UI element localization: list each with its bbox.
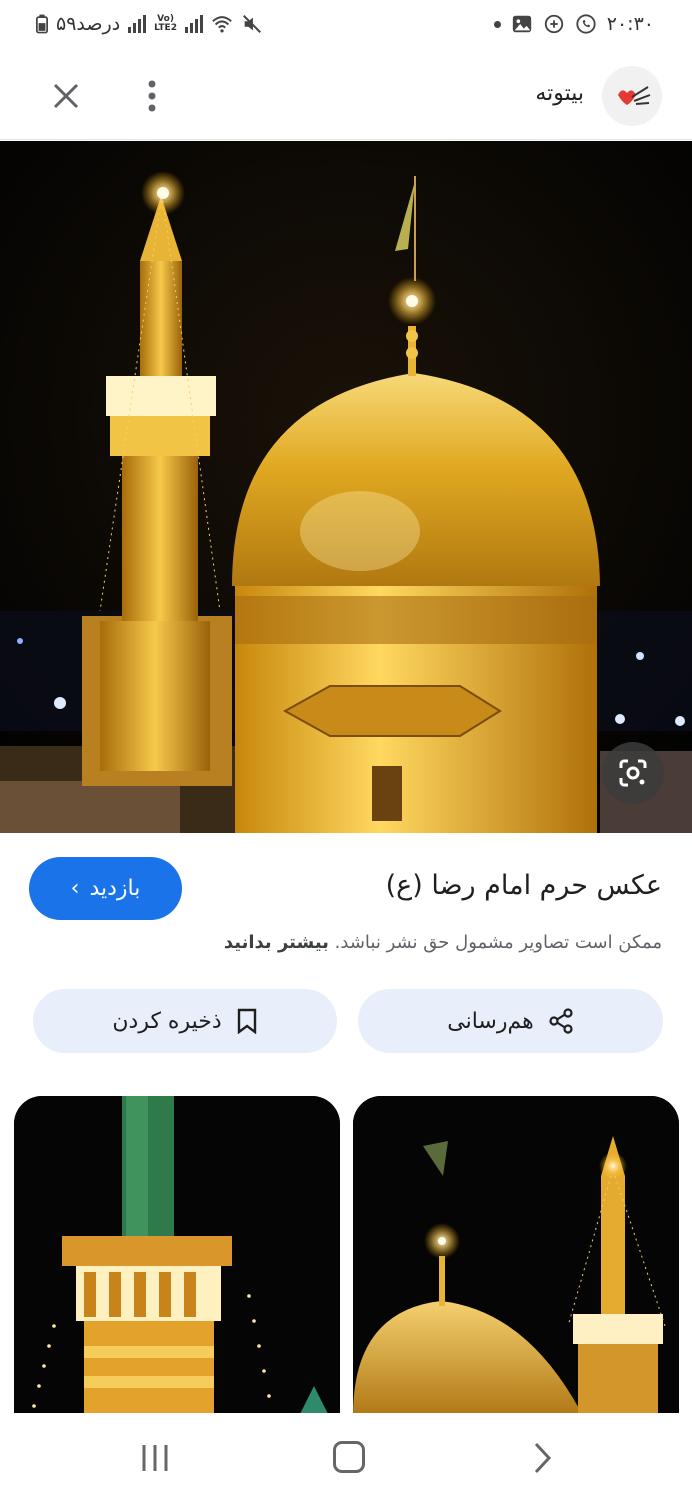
signal-icon (128, 15, 147, 33)
volte-indicator: Vo) LTE2 (154, 14, 177, 33)
related-image-2[interactable] (353, 1096, 679, 1416)
site-logo-icon (618, 86, 651, 105)
main-image[interactable] (0, 141, 692, 833)
site-logo[interactable] (602, 66, 662, 126)
close-button[interactable] (46, 76, 86, 116)
image-title: عکس حرم امام رضا (ع) (385, 870, 662, 901)
share-icon (549, 1008, 573, 1034)
status-bar: ۵۹درصد Vo) LTE2 ۲۰:۳۰ (0, 0, 692, 54)
more-vert-icon (148, 80, 156, 112)
recent-apps-icon[interactable] (138, 1443, 172, 1473)
chat-add-icon (544, 14, 563, 34)
shrine-photo (0, 141, 692, 833)
mute-icon (243, 15, 261, 33)
save-button[interactable]: ذخیره کردن (33, 989, 337, 1053)
system-nav-bar (0, 1413, 692, 1500)
related-image-1[interactable] (14, 1096, 340, 1416)
home-icon[interactable] (333, 1441, 365, 1473)
minaret-photo (14, 1096, 340, 1416)
google-lens-button[interactable] (602, 742, 664, 804)
bookmark-icon (237, 1008, 256, 1034)
battery-icon (36, 14, 48, 34)
lens-icon (619, 759, 647, 787)
whatsapp-icon (576, 14, 596, 34)
wifi-icon (212, 16, 232, 33)
top-app-bar: بیتوته (0, 54, 692, 140)
visit-label: بازدید (89, 876, 141, 901)
status-bar-right: ۲۰:۳۰ (493, 13, 654, 35)
site-name[interactable]: بیتوته (535, 81, 584, 106)
save-label: ذخیره کردن (112, 1008, 222, 1034)
clock: ۲۰:۳۰ (606, 13, 654, 35)
copyright-notice: ممکن است تصاویر مشمول حق نشر نباشد. بیشت… (224, 932, 662, 953)
back-icon[interactable] (530, 1441, 554, 1475)
chevron-left-icon: ‹ (70, 875, 80, 901)
notification-dot-icon (493, 20, 501, 28)
visit-button[interactable]: ‹ بازدید (29, 857, 182, 920)
learn-more-link[interactable]: بیشتر بدانید (224, 932, 329, 953)
dome-night-photo (353, 1096, 679, 1416)
copyright-text: ممکن است تصاویر مشمول حق نشر نباشد. (334, 932, 662, 953)
battery-percent: ۵۹درصد (56, 13, 121, 35)
share-button[interactable]: هم‌رسانی (358, 989, 663, 1053)
gallery-icon (512, 15, 531, 33)
signal-2-icon (184, 15, 203, 33)
status-bar-left: ۵۹درصد Vo) LTE2 (36, 13, 263, 35)
share-label: هم‌رسانی (447, 1008, 534, 1034)
more-options-button[interactable] (132, 76, 172, 116)
close-icon (53, 83, 79, 109)
